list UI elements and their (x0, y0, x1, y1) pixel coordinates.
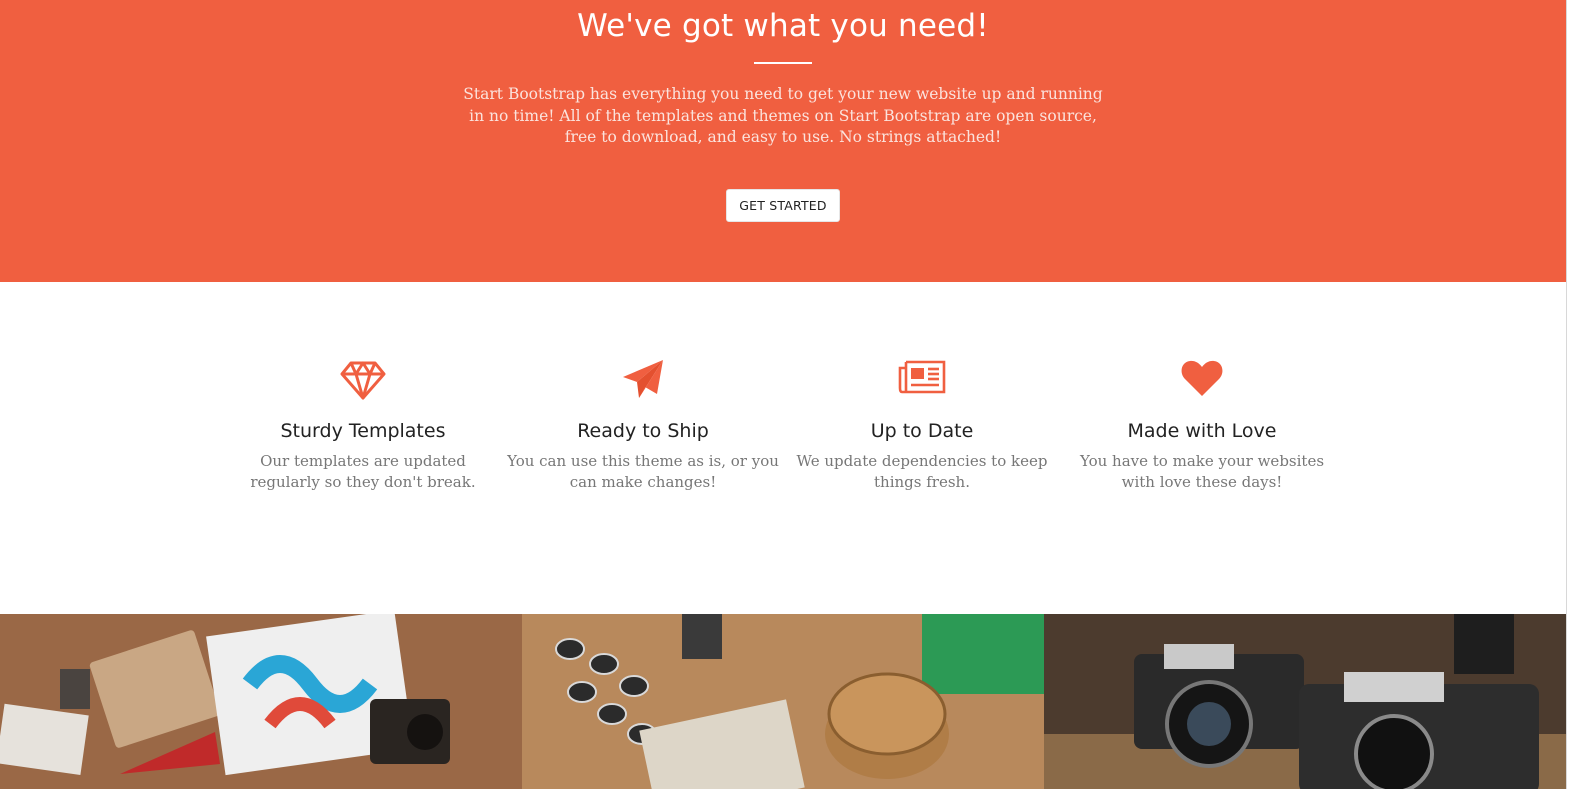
feature-text: We update dependencies to keep things fr… (796, 452, 1048, 491)
section-heading: We've got what you need! (577, 8, 989, 44)
heart-icon (1062, 358, 1342, 404)
heading-divider (754, 62, 812, 64)
feature-text: Our templates are updated regularly so t… (250, 452, 476, 491)
paper-plane-icon (503, 358, 783, 404)
portfolio-photo-cameras[interactable] (1044, 614, 1566, 789)
services-section: Sturdy Templates Our templates are updat… (0, 282, 1566, 614)
section-text: Start Bootstrap has everything you need … (463, 85, 1103, 146)
feature-title: Made with Love (1127, 420, 1277, 442)
feature-made-with-love: Made with Love You have to make your web… (1062, 358, 1342, 493)
feature-sturdy-templates: Sturdy Templates Our templates are updat… (223, 358, 503, 493)
diamond-icon (223, 358, 503, 404)
feature-title: Up to Date (870, 420, 974, 442)
get-started-button[interactable]: GET STARTED (726, 189, 840, 222)
feature-text: You have to make your websites with love… (1079, 452, 1325, 491)
feature-title: Ready to Ship (577, 420, 709, 442)
scrollbar[interactable] (1566, 0, 1585, 789)
portfolio-photo-desk[interactable] (522, 614, 1044, 789)
feature-text: You can use this theme as is, or you can… (507, 452, 779, 491)
about-section: We've got what you need! Start Bootstrap… (0, 0, 1566, 282)
newspaper-icon (782, 358, 1062, 404)
feature-ready-to-ship: Ready to Ship You can use this theme as … (503, 358, 783, 493)
feature-up-to-date: Up to Date We update dependencies to kee… (782, 358, 1062, 493)
portfolio-photo-flatlay[interactable] (0, 614, 522, 789)
feature-title: Sturdy Templates (280, 420, 446, 442)
portfolio-section (0, 614, 1566, 789)
